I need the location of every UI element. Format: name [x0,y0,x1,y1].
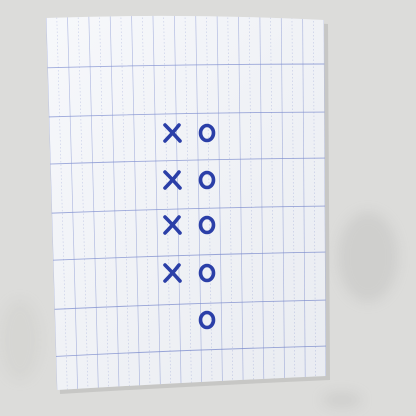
paper-sheet [46,15,330,395]
table-surface [0,0,416,416]
paper-shading [46,15,326,391]
